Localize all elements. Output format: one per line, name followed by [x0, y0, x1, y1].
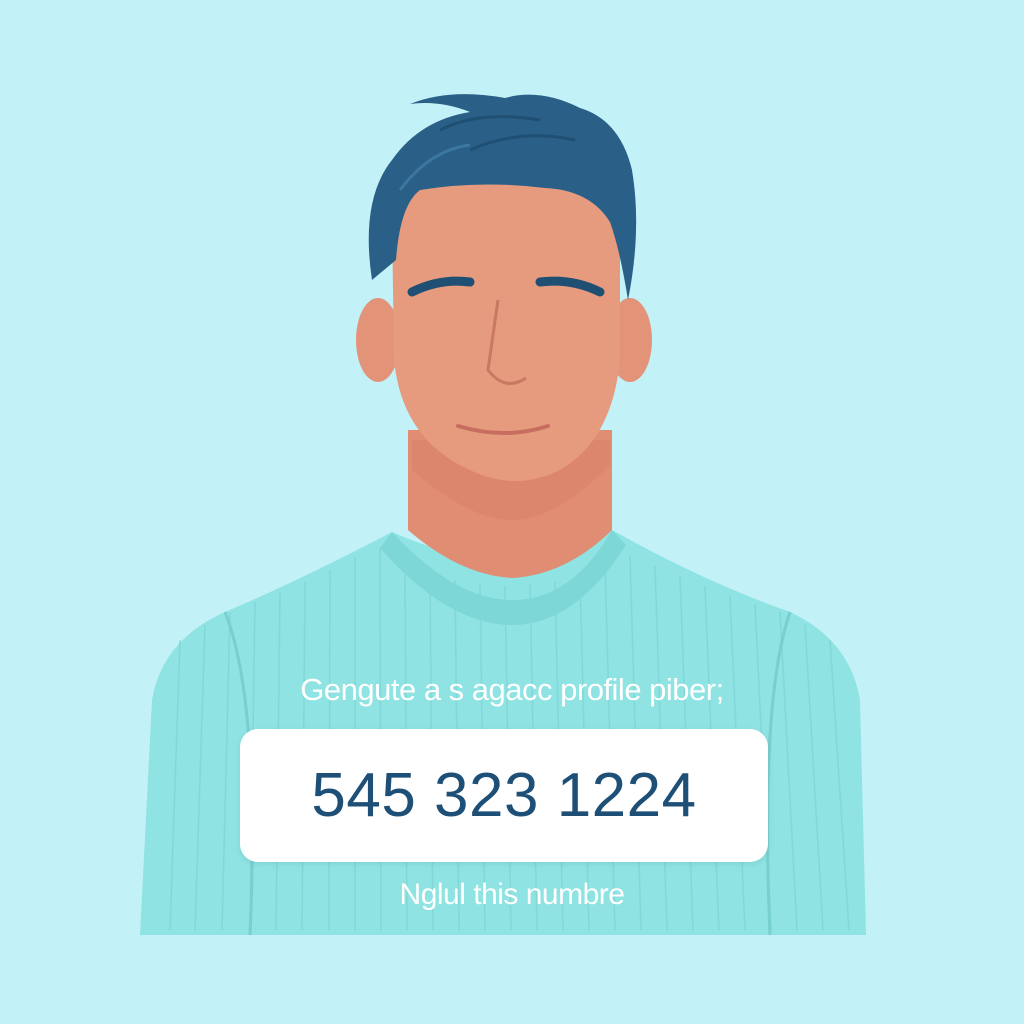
profile-scene: Gengute a s agacc profile piber; 545 323…	[0, 0, 1024, 1024]
caption-bottom: Nglul this numbre	[399, 878, 625, 911]
caption-top: Gengute a s agacc profile piber;	[300, 672, 724, 707]
profile-portrait	[140, 94, 866, 936]
phone-number-card: 545 323 1224	[240, 729, 768, 862]
phone-number: 545 323 1224	[311, 761, 697, 830]
